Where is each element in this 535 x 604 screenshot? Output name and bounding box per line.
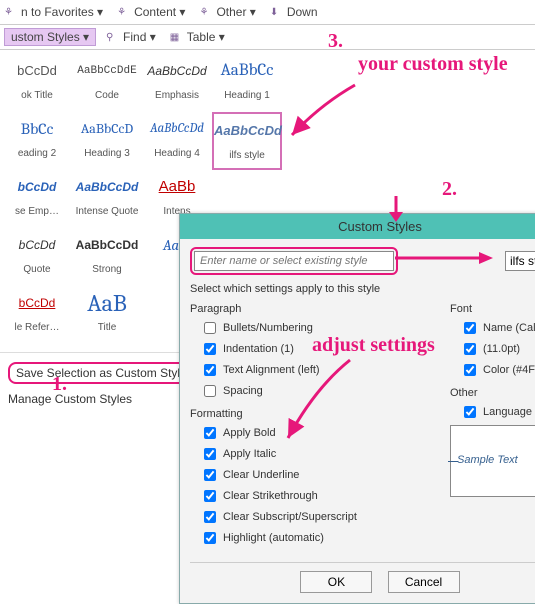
favorites-button[interactable]: n to Favorites ▾	[17, 3, 107, 21]
style-tile[interactable]: bCcDd le Refer…	[2, 286, 72, 344]
style-preview: AaBbCcDd	[72, 176, 142, 200]
style-label: Heading 3	[72, 148, 142, 159]
italic-checkbox[interactable]: Apply Italic	[200, 445, 450, 463]
style-tile[interactable]: AaBbCcDdE Code	[72, 54, 142, 112]
style-name-input[interactable]	[194, 251, 394, 271]
select-settings-label: Select which settings apply to this styl…	[190, 283, 535, 295]
style-label: Heading 4	[142, 148, 212, 159]
style-preview: AaBbCcDd	[214, 120, 280, 144]
style-label: Heading 1	[212, 90, 282, 101]
table-icon: ▦	[170, 32, 180, 42]
style-label: Emphasis	[142, 90, 212, 101]
find-button[interactable]: Find ▾	[119, 28, 160, 46]
spacing-checkbox[interactable]: Spacing	[200, 382, 450, 400]
style-label: le Refer…	[2, 322, 72, 333]
style-label: Title	[72, 322, 142, 333]
strike-checkbox[interactable]: Clear Strikethrough	[200, 487, 450, 505]
style-preview: AaBbCcDd	[142, 118, 212, 142]
style-label: se Emp…	[2, 206, 72, 217]
style-preview: bCcDd	[2, 60, 72, 84]
style-label: Intense Quote	[72, 206, 142, 217]
paragraph-section: Paragraph	[190, 303, 450, 315]
style-label: ilfs style	[214, 150, 280, 161]
font-color-checkbox[interactable]: Color (#4F81B	[460, 361, 535, 379]
indent-checkbox[interactable]: Indentation (1)	[200, 340, 450, 358]
style-tile[interactable]: AaBbCc Heading 1	[212, 54, 282, 112]
content-button[interactable]: Content ▾	[130, 3, 189, 21]
cancel-button[interactable]: Cancel	[388, 571, 460, 593]
style-tile[interactable]: AaBbCcDd ilfs style	[212, 112, 282, 170]
dialog-title: Custom Styles	[180, 214, 535, 239]
custom-styles-button[interactable]: ustom Styles ▾	[4, 28, 96, 46]
other-icon: ⚘	[199, 7, 209, 17]
other-section: Other	[450, 387, 535, 399]
style-tile[interactable]: AaBbCcDd Intense Quote	[72, 170, 142, 228]
ribbon-toolbar: ⚘n to Favorites ▾ ⚘Content ▾ ⚘Other ▾ ⬇D…	[0, 0, 535, 25]
style-tile[interactable]: AaBbCcDd Heading 4	[142, 112, 212, 170]
formatting-section: Formatting	[190, 408, 450, 420]
style-tile[interactable]: AaB Title	[72, 286, 142, 344]
favorites-icon: ⚘	[4, 7, 14, 17]
style-tile[interactable]: bCcDd se Emp…	[2, 170, 72, 228]
style-preview: AaB	[72, 292, 142, 316]
download-button[interactable]: Down	[283, 3, 322, 21]
style-name-value[interactable]	[505, 251, 535, 271]
language-checkbox[interactable]: Language (en	[460, 403, 535, 421]
font-name-checkbox[interactable]: Name (Calibri	[460, 319, 535, 337]
style-label: Quote	[2, 264, 72, 275]
style-preview: AaBb	[142, 176, 212, 200]
download-icon: ⬇	[270, 7, 280, 17]
style-preview: BbCc	[2, 118, 72, 142]
style-preview: bCcDd	[2, 176, 72, 200]
style-tile[interactable]: BbCc eading 2	[2, 112, 72, 170]
find-icon: ⚲	[106, 32, 116, 42]
ok-button[interactable]: OK	[300, 571, 372, 593]
style-label: ok Title	[2, 90, 72, 101]
ribbon-toolbar-row2: ustom Styles ▾ ⚲Find ▾ ▦Table ▾	[0, 25, 535, 50]
style-preview: bCcDd	[2, 234, 72, 258]
font-section: Font	[450, 303, 535, 315]
highlight-checkbox[interactable]: Highlight (automatic)	[200, 529, 450, 547]
align-checkbox[interactable]: Text Alignment (left)	[200, 361, 450, 379]
content-icon: ⚘	[117, 7, 127, 17]
style-tile[interactable]: bCcDd ok Title	[2, 54, 72, 112]
style-preview: AaBbCcDd	[142, 60, 212, 84]
bullets-checkbox[interactable]: Bullets/Numbering	[200, 319, 450, 337]
style-preview: AaBbCcDdE	[72, 60, 142, 84]
other-button[interactable]: Other ▾	[212, 3, 259, 21]
style-label: Code	[72, 90, 142, 101]
subsup-checkbox[interactable]: Clear Subscript/Superscript	[200, 508, 450, 526]
style-tile[interactable]: AaBbCcD Heading 3	[72, 112, 142, 170]
style-preview: AaBbCcDd	[72, 234, 142, 258]
style-label: eading 2	[2, 148, 72, 159]
sample-preview: Sample Text	[450, 425, 535, 497]
style-preview: AaBbCcD	[72, 118, 142, 142]
custom-styles-dialog: Custom Styles Select which settings appl…	[179, 213, 535, 604]
table-button[interactable]: Table ▾	[183, 28, 229, 46]
style-tile[interactable]: AaBbCcDd Strong	[72, 228, 142, 286]
font-size-checkbox[interactable]: (11.0pt)	[460, 340, 535, 358]
underline-checkbox[interactable]: Clear Underline	[200, 466, 450, 484]
style-preview: AaBbCc	[212, 60, 282, 84]
style-preview: bCcDd	[2, 292, 72, 316]
style-tile[interactable]: bCcDd Quote	[2, 228, 72, 286]
style-tile[interactable]: AaBbCcDd Emphasis	[142, 54, 212, 112]
bold-checkbox[interactable]: Apply Bold	[200, 424, 450, 442]
style-label: Strong	[72, 264, 142, 275]
